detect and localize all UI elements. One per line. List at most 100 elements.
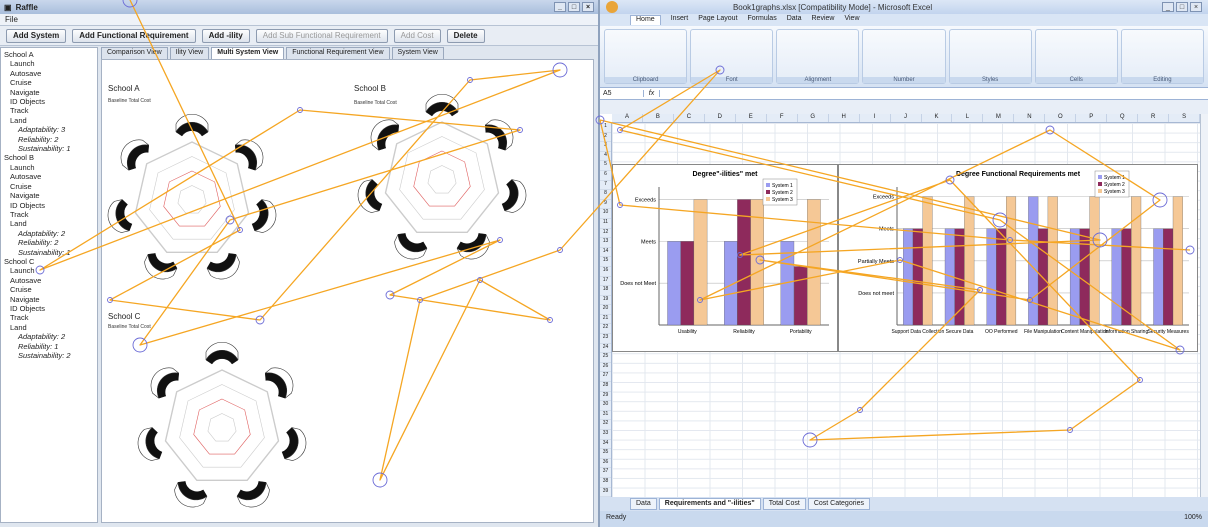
- close-icon[interactable]: ×: [1190, 2, 1202, 12]
- toolbar-button-1[interactable]: Add Functional Requirement: [72, 29, 196, 43]
- row-header[interactable]: 35: [600, 449, 611, 459]
- row-header[interactable]: 10: [600, 209, 611, 219]
- tree-item[interactable]: Reliability: 1: [4, 342, 94, 351]
- toolbar-button-5[interactable]: Delete: [446, 29, 485, 43]
- tree-item[interactable]: Track: [4, 210, 94, 219]
- row-header[interactable]: 27: [600, 372, 611, 383]
- toolbar-button-2[interactable]: Add -ility: [201, 29, 250, 43]
- tree-item[interactable]: ID Objects: [4, 201, 94, 210]
- toolbar-button-3[interactable]: Add Sub Functional Requirement: [255, 29, 388, 43]
- minimize-icon[interactable]: _: [1162, 2, 1174, 12]
- ribbon-group-0[interactable]: Clipboard: [604, 29, 688, 84]
- tree-item[interactable]: Launch: [4, 266, 94, 275]
- column-header[interactable]: B: [643, 114, 674, 122]
- row-header[interactable]: 28: [600, 382, 611, 392]
- fx-icon[interactable]: fx: [644, 90, 660, 97]
- sheet-tab-3[interactable]: Cost Categories: [807, 498, 871, 510]
- column-header[interactable]: E: [736, 114, 767, 122]
- tree-item[interactable]: ID Objects: [4, 304, 94, 313]
- row-header[interactable]: 33: [600, 430, 611, 440]
- row-header[interactable]: 6: [600, 171, 611, 181]
- tree-item[interactable]: Launch: [4, 163, 94, 172]
- ribbon-tab-4[interactable]: Data: [787, 15, 802, 25]
- row-header[interactable]: 25: [600, 353, 611, 363]
- tree-item[interactable]: Navigate: [4, 191, 94, 200]
- column-header[interactable]: R: [1138, 114, 1170, 122]
- ribbon-tab-3[interactable]: Formulas: [748, 15, 777, 25]
- row-header[interactable]: 26: [600, 363, 611, 373]
- minimize-icon[interactable]: _: [554, 2, 566, 12]
- sheet-tab-2[interactable]: Total Cost: [762, 498, 806, 510]
- ribbon-tab-6[interactable]: View: [844, 15, 859, 25]
- tree-item[interactable]: School A: [4, 50, 94, 59]
- ribbon-tab-0[interactable]: Home: [630, 15, 661, 25]
- ribbon-tab-2[interactable]: Page Layout: [698, 15, 737, 25]
- tree-item[interactable]: Adaptability: 2: [4, 332, 94, 341]
- row-header[interactable]: 34: [600, 440, 611, 450]
- tree-item[interactable]: Reliability: 2: [4, 238, 94, 247]
- vertical-scrollbar[interactable]: [1200, 114, 1208, 497]
- row-header[interactable]: 19: [600, 296, 611, 306]
- column-header[interactable]: K: [922, 114, 953, 122]
- name-box[interactable]: A5: [600, 90, 644, 97]
- column-header[interactable]: F: [767, 114, 798, 122]
- row-header[interactable]: 24: [600, 344, 611, 354]
- tree-item[interactable]: School B: [4, 153, 94, 162]
- column-header[interactable]: Q: [1107, 114, 1139, 122]
- row-header[interactable]: 13: [600, 238, 611, 248]
- ribbon-group-2[interactable]: Alignment: [776, 29, 860, 84]
- sheet-tab-1[interactable]: Requirements and "-ilities": [658, 498, 761, 510]
- column-header[interactable]: C: [674, 114, 705, 122]
- chart-functional[interactable]: Degree Functional Requirements met Does n…: [838, 164, 1198, 352]
- column-header[interactable]: S: [1169, 114, 1201, 122]
- tab-2[interactable]: Multi System View: [211, 47, 285, 59]
- tree-item[interactable]: Autosave: [4, 172, 94, 181]
- column-header[interactable]: M: [983, 114, 1015, 122]
- column-header[interactable]: O: [1045, 114, 1077, 122]
- tree-item[interactable]: Adaptability: 3: [4, 125, 94, 134]
- close-icon[interactable]: ×: [582, 2, 594, 12]
- row-header[interactable]: 39: [600, 488, 611, 498]
- tree-item[interactable]: Autosave: [4, 276, 94, 285]
- row-header[interactable]: 4: [600, 152, 611, 162]
- column-header[interactable]: J: [891, 114, 922, 122]
- row-header[interactable]: 32: [600, 420, 611, 430]
- tab-4[interactable]: System View: [391, 47, 444, 59]
- chart-ilities[interactable]: Degree"-ilities" met Does not Meet Meets Ex…: [612, 164, 838, 352]
- column-header[interactable]: A: [612, 114, 643, 122]
- row-header[interactable]: 22: [600, 324, 611, 335]
- column-header[interactable]: P: [1076, 114, 1108, 122]
- row-header[interactable]: 23: [600, 334, 611, 344]
- tab-1[interactable]: Ility View: [169, 47, 210, 59]
- row-header[interactable]: 14: [600, 248, 611, 258]
- ribbon-group-3[interactable]: Number: [862, 29, 946, 84]
- toolbar-button-4[interactable]: Add Cost: [393, 29, 441, 43]
- zoom-level[interactable]: 100%: [1184, 514, 1202, 524]
- tree-item[interactable]: Cruise: [4, 78, 94, 87]
- tree-item[interactable]: Navigate: [4, 295, 94, 304]
- menu-file[interactable]: File: [5, 15, 18, 24]
- column-header[interactable]: I: [860, 114, 891, 122]
- toolbar-button-0[interactable]: Add System: [6, 29, 67, 43]
- row-header[interactable]: 36: [600, 459, 611, 469]
- row-header[interactable]: 31: [600, 411, 611, 421]
- row-header[interactable]: 5: [600, 161, 611, 171]
- tab-3[interactable]: Functional Requirement View: [286, 47, 390, 59]
- ribbon-group-6[interactable]: Editing: [1120, 29, 1204, 84]
- column-header[interactable]: L: [952, 114, 984, 122]
- tree-item[interactable]: Cruise: [4, 182, 94, 191]
- tree-item[interactable]: Autosave: [4, 69, 94, 78]
- row-header[interactable]: 7: [600, 181, 611, 191]
- row-header[interactable]: 29: [600, 392, 611, 402]
- row-header[interactable]: 9: [600, 200, 611, 210]
- row-header[interactable]: 11: [600, 219, 611, 229]
- tree-item[interactable]: Sustainability: 2: [4, 351, 94, 360]
- column-header[interactable]: N: [1014, 114, 1046, 122]
- tree-item[interactable]: Land: [4, 323, 94, 332]
- tree-item[interactable]: Sustainability: 1: [4, 248, 94, 257]
- row-header[interactable]: 20: [600, 305, 611, 315]
- tree-item[interactable]: Launch: [4, 59, 94, 68]
- worksheet[interactable]: ABCDEFGHIJKLMNOPQRS 1 2 3 4 5 6 7 8 9 10 11 12 13 14 1…: [600, 114, 1208, 498]
- tree-item[interactable]: Navigate: [4, 88, 94, 97]
- row-header[interactable]: 37: [600, 468, 611, 478]
